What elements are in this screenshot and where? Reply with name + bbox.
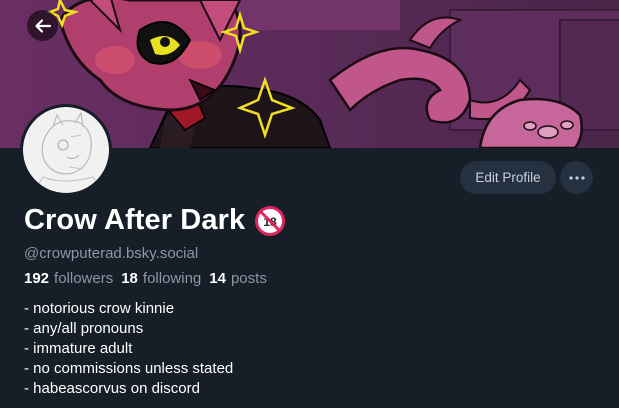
- display-name: Crow After Dark: [24, 204, 246, 236]
- avatar-sketch: [23, 107, 109, 193]
- following-count: 18: [121, 270, 138, 287]
- edit-profile-button[interactable]: Edit Profile: [460, 161, 556, 194]
- bio-line: - notorious crow kinnie: [24, 300, 175, 317]
- adult-content-icon[interactable]: 18: [255, 205, 286, 236]
- display-name-row: Crow After Dark 18: [24, 204, 286, 237]
- back-button[interactable]: [27, 10, 58, 41]
- avatar-image: [23, 107, 109, 193]
- following-label: following: [142, 270, 202, 287]
- bio-line: - any/all pronouns: [24, 320, 144, 337]
- posts-stat: 14 posts: [209, 270, 267, 287]
- ellipsis-icon: [568, 175, 585, 180]
- profile-bio: - notorious crow kinnie - any/all pronou…: [24, 299, 233, 399]
- posts-count: 14: [209, 270, 226, 287]
- bio-line: - immature adult: [24, 340, 133, 357]
- profile-handle: @crowputerad.bsky.social: [24, 245, 199, 262]
- following-link[interactable]: 18 following: [121, 270, 201, 287]
- bio-line: - no commissions unless stated: [24, 360, 234, 377]
- bio-line: - habeascorvus on discord: [24, 380, 200, 397]
- more-options-button[interactable]: [560, 161, 593, 194]
- followers-count: 192: [24, 270, 50, 287]
- posts-label: posts: [230, 270, 267, 287]
- avatar[interactable]: [20, 104, 112, 196]
- profile-page: Edit Profile Crow After Dark 18 @crowput…: [0, 0, 619, 408]
- profile-stats: 192 followers 18 following 14 posts: [24, 270, 267, 287]
- followers-label: followers: [54, 270, 114, 287]
- arrow-left-icon: [34, 18, 51, 33]
- followers-link[interactable]: 192 followers: [24, 270, 113, 287]
